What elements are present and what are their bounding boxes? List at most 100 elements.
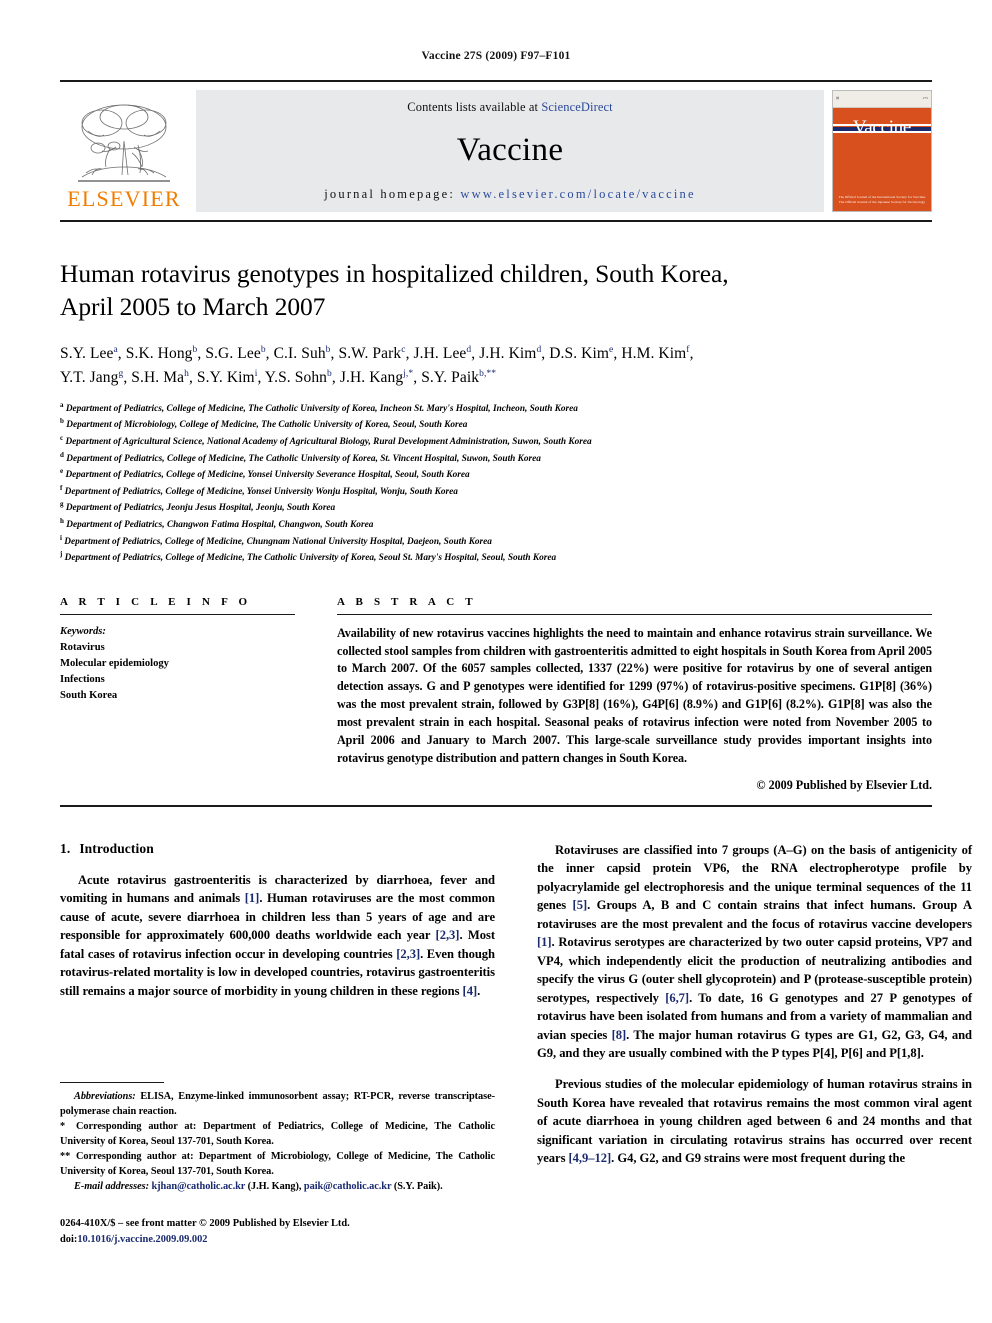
cover-footer-text: The Official Journal of the Internationa… [833, 195, 931, 205]
elsevier-tree-icon [78, 104, 170, 182]
cover-footer-line-2: The Official Journal of the Japanese Soc… [838, 200, 926, 205]
journal-cover-thumbnail: ▤ 27S Vaccine The Official Journal of th… [832, 90, 932, 212]
citation-ref[interactable]: [5] [573, 898, 588, 912]
journal-homepage-line: journal homepage: www.elsevier.com/locat… [324, 187, 695, 202]
elsevier-logo: ELSEVIER [60, 90, 188, 212]
elsevier-wordmark: ELSEVIER [67, 186, 181, 211]
affiliation-item: c Department of Agricultural Science, Na… [60, 433, 932, 450]
page-title: Human rotavirus genotypes in hospitalize… [60, 258, 932, 323]
journal-homepage-link[interactable]: www.elsevier.com/locate/vaccine [460, 187, 695, 201]
author-list: S.Y. Leea, S.K. Hongb, S.G. Leeb, C.I. S… [60, 342, 932, 389]
email-link-paik[interactable]: paik@catholic.ac.kr [304, 1181, 391, 1192]
affiliation-item: a Department of Pediatrics, College of M… [60, 400, 932, 417]
affiliation-marker: j [60, 550, 63, 559]
footnote-emails: E-mail addresses: kjhan@catholic.ac.kr (… [60, 1180, 495, 1195]
paragraph: Rotaviruses are classified into 7 groups… [537, 841, 972, 1063]
paragraph-text: . [477, 983, 481, 998]
cover-topbar: ▤ 27S [833, 91, 931, 108]
article-title-line-2: April 2005 to March 2007 [60, 291, 326, 321]
section-number: 1. [60, 840, 71, 856]
affiliation-item: b Department of Microbiology, College of… [60, 416, 932, 433]
homepage-prefix-text: journal homepage: [324, 187, 461, 201]
affiliation-marker: h [60, 516, 64, 525]
affiliation-item: j Department of Pediatrics, College of M… [60, 549, 932, 566]
affiliation-text: Department of Pediatrics, Jeonju Jesus H… [65, 503, 336, 514]
doi-prefix: doi: [60, 1233, 78, 1245]
contents-prefix-text: Contents lists available at [407, 100, 542, 114]
doi-line: doi:10.1016/j.vaccine.2009.09.002 [60, 1232, 495, 1248]
footnote-corresponding-1: * Corresponding author at: Department of … [60, 1120, 495, 1150]
abstract-copyright: © 2009 Published by Elsevier Ltd. [756, 777, 932, 792]
journal-title: Vaccine [456, 131, 564, 168]
cover-topbar-left: ▤ [836, 96, 840, 101]
affiliation-text: Department of Pediatrics, College of Med… [64, 553, 557, 564]
citation-ref[interactable]: [6,7] [665, 991, 689, 1005]
masthead-bottom-rule [60, 220, 932, 222]
footnote-abbreviations: Abbreviations: ELISA, Enzyme-linked immu… [60, 1090, 495, 1120]
citation-ref[interactable]: [1] [537, 935, 552, 949]
cover-topbar-right: 27S [922, 96, 928, 101]
cover-journal-title: Vaccine [852, 117, 912, 138]
paragraph-text: . G4, G2, and G9 strains were most frequ… [611, 1151, 906, 1166]
keyword-item: Infections [60, 673, 105, 685]
citation-ref[interactable]: [4] [463, 984, 478, 998]
journal-band: Contents lists available at ScienceDirec… [196, 90, 824, 212]
affiliation-item: e Department of Pediatrics, College of M… [60, 466, 932, 483]
abstract-column: A B S T R A C T Availability of new rota… [337, 596, 932, 793]
affiliation-text: Department of Pediatrics, College of Med… [64, 486, 458, 497]
info-abstract-section: A R T I C L E I N F O Keywords: Rotaviru… [60, 596, 932, 793]
affiliation-text: Department of Microbiology, College of M… [66, 420, 468, 431]
affiliation-item: d Department of Pediatrics, College of M… [60, 450, 932, 467]
footnote-marker-double-star: ** [60, 1150, 71, 1162]
citation-ref[interactable]: [4,9–12] [569, 1151, 612, 1165]
footnote-marker-single-star: * [60, 1120, 66, 1132]
paragraph-text: . Groups A, B and C contain strains that… [537, 898, 973, 931]
body-column-right: Rotaviruses are classified into 7 groups… [537, 841, 972, 1181]
corresponding-author-1-text: Corresponding author at: Department of P… [60, 1120, 495, 1147]
footnote-corresponding-2: ** Corresponding author at: Department of… [60, 1150, 495, 1180]
paragraph: Previous studies of the molecular epidem… [537, 1075, 972, 1168]
email-link-kang[interactable]: kjhan@catholic.ac.kr [151, 1181, 245, 1192]
keyword-item: Rotavirus [60, 641, 105, 653]
abbreviations-label: Abbreviations: [74, 1091, 136, 1102]
section-heading-introduction: 1. Introduction [60, 841, 495, 857]
affiliation-marker: g [60, 500, 64, 509]
keyword-item: South Korea [60, 690, 118, 702]
affiliation-text: Department of Agricultural Science, Nati… [65, 437, 592, 448]
affiliation-item: f Department of Pediatrics, College of M… [60, 483, 932, 500]
abstract-heading: A B S T R A C T [337, 595, 477, 608]
affiliation-marker: b [60, 417, 64, 426]
corresponding-author-2-text: Corresponding author at: Department of M… [60, 1150, 495, 1177]
paragraph: Acute rotavirus gastroenteritis is chara… [60, 871, 495, 1001]
author-line-1: S.Y. Leea, S.K. Hongb, S.G. Leeb, C.I. S… [60, 345, 694, 363]
sciencedirect-link[interactable]: ScienceDirect [541, 100, 612, 114]
abstract-rule [337, 613, 932, 615]
doi-link[interactable]: 10.1016/j.vaccine.2009.09.002 [77, 1234, 207, 1245]
affiliation-marker: e [60, 467, 64, 476]
affiliation-item: i Department of Pediatrics, College of M… [60, 533, 932, 550]
article-page: Vaccine 27S (2009) F97–F101 ELSEVIER Con… [0, 0, 992, 1323]
citation-ref[interactable]: [2,3] [436, 928, 460, 942]
citation-ref[interactable]: [8] [612, 1028, 627, 1042]
keywords-label: Keywords: [60, 625, 106, 637]
article-title-line-1: Human rotavirus genotypes in hospitalize… [60, 259, 729, 288]
citation-ref[interactable]: [2,3] [396, 947, 420, 961]
citation-ref[interactable]: [1] [245, 891, 260, 905]
affiliation-item: g Department of Pediatrics, Jeonju Jesus… [60, 499, 932, 516]
keyword-item: Molecular epidemiology [60, 657, 169, 669]
article-info-column: A R T I C L E I N F O Keywords: Rotaviru… [60, 596, 295, 793]
affiliation-text: Department of Pediatrics, College of Med… [65, 470, 470, 481]
running-head: Vaccine 27S (2009) F97–F101 [421, 50, 571, 62]
affiliation-text: Department of Pediatrics, Changwon Fatim… [66, 520, 374, 530]
affiliation-text: Department of Pediatrics, College of Med… [66, 453, 541, 464]
keywords-block: Keywords: Rotavirus Molecular epidemiolo… [60, 624, 295, 704]
article-info-heading: A R T I C L E I N F O [60, 595, 252, 608]
abstract-text: Availability of new rotavirus vaccines h… [337, 625, 932, 765]
affiliation-marker: i [60, 533, 62, 542]
affiliation-marker: c [60, 433, 64, 442]
affiliation-marker: a [60, 400, 64, 409]
email-addresses-label: E-mail addresses: [74, 1180, 149, 1192]
email-owner-paik: (S.Y. Paik). [391, 1180, 443, 1192]
article-info-rule [60, 613, 295, 615]
affiliation-marker: f [60, 483, 63, 492]
